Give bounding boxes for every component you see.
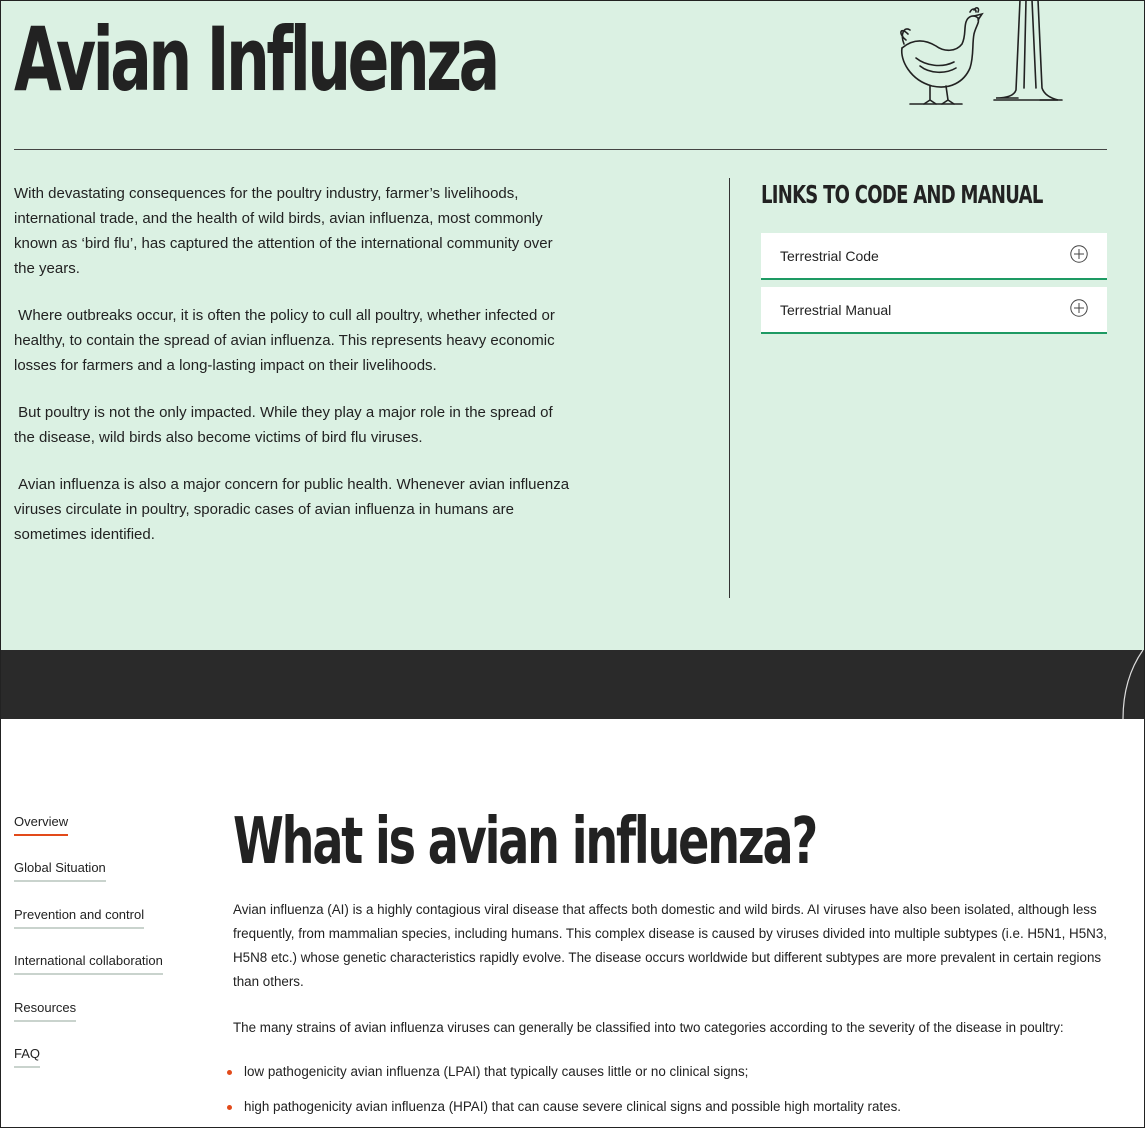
- plus-circle-icon[interactable]: [1070, 299, 1088, 317]
- links-heading: LINKS TO CODE AND MANUAL: [761, 180, 1043, 209]
- nav-item-label: Resources: [14, 1000, 77, 1015]
- nav-item-label: International collaboration: [14, 953, 163, 968]
- nav-underline: [14, 1066, 41, 1068]
- column-divider: [729, 178, 730, 598]
- intro-paragraph: But poultry is not the only impacted. Wh…: [14, 404, 557, 446]
- nav-item-faq[interactable]: FAQ: [14, 1046, 41, 1068]
- nav-underline: [14, 834, 69, 836]
- body-paragraph: The many strains of avian influenza viru…: [233, 1020, 1064, 1035]
- nav-underline: [14, 880, 106, 882]
- nav-item-prevention-and-control[interactable]: Prevention and control: [14, 907, 145, 929]
- accordion-label: Terrestrial Code: [780, 248, 879, 264]
- intro-paragraph: With devastating consequences for the po…: [14, 185, 557, 277]
- nav-item-global-situation[interactable]: Global Situation: [14, 860, 106, 882]
- nav-item-international-collaboration[interactable]: International collaboration: [14, 953, 163, 975]
- accordion-label: Terrestrial Manual: [780, 302, 892, 318]
- nav-item-label: Prevention and control: [14, 907, 145, 922]
- nav-item-label: FAQ: [14, 1046, 41, 1061]
- body-paragraph: Avian influenza (AI) is a highly contagi…: [233, 902, 1108, 989]
- list-item: low pathogenicity avian influenza (LPAI)…: [227, 1060, 1113, 1084]
- page-title: Avian Influenza: [14, 8, 500, 111]
- plus-circle-icon[interactable]: [1070, 245, 1088, 263]
- intro-paragraph: Where outbreaks occur, it is often the p…: [14, 307, 559, 374]
- nav-item-resources[interactable]: Resources: [14, 1000, 77, 1022]
- intro-text: With devastating consequences for the po…: [14, 181, 574, 569]
- nav-item-label: Overview: [14, 814, 69, 829]
- nav-item-label: Global Situation: [14, 860, 106, 875]
- dark-band: [0, 650, 1145, 719]
- hero-section: Avian Influenza With devastating consequ…: [0, 0, 1145, 650]
- terrestrial-manual-accordion[interactable]: Terrestrial Manual: [761, 287, 1107, 334]
- section-body: Avian influenza (AI) is a highly contagi…: [227, 898, 1113, 1130]
- list-item: high pathogenicity avian influenza (HPAI…: [227, 1095, 1113, 1119]
- nav-underline: [14, 1020, 77, 1022]
- nav-item-overview[interactable]: Overview: [14, 814, 69, 836]
- hero-divider: [14, 149, 1107, 150]
- terrestrial-code-accordion[interactable]: Terrestrial Code: [761, 233, 1107, 280]
- nav-underline: [14, 973, 163, 975]
- bullet-list: low pathogenicity avian influenza (LPAI)…: [227, 1060, 1113, 1119]
- chicken-illustration-icon: [900, 0, 1063, 105]
- section-title: What is avian influenza?: [233, 805, 818, 879]
- intro-paragraph: Avian influenza is also a major concern …: [14, 476, 574, 543]
- decorative-arc-icon: [1122, 650, 1144, 719]
- nav-underline: [14, 927, 145, 929]
